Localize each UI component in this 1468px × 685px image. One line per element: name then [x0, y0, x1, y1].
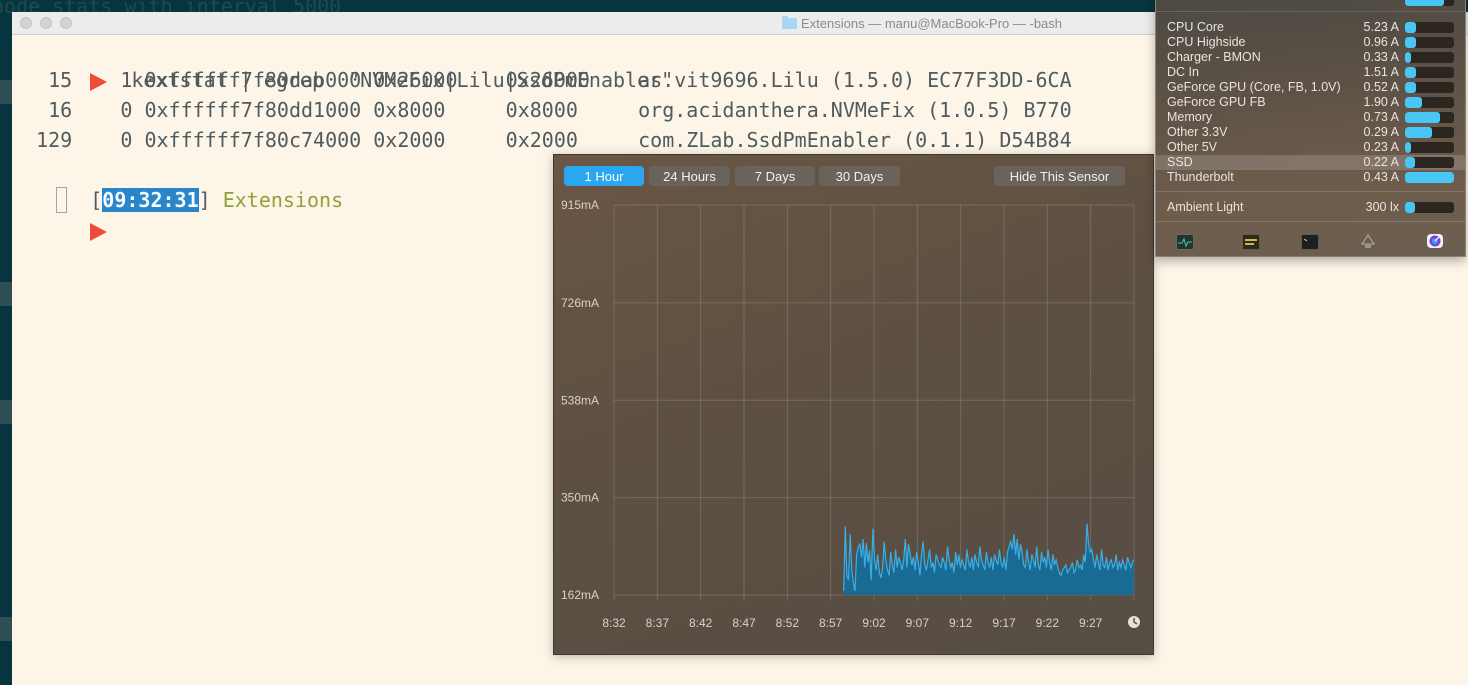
sensor-name: DC In: [1167, 65, 1199, 79]
x-tick-label: 8:37: [646, 616, 670, 630]
sensor-name: Thunderbolt: [1167, 170, 1234, 184]
sensor-row[interactable]: Other 3.3V 0.29 A: [1156, 125, 1465, 140]
sensor-row-ambient-light[interactable]: Ambient Light 300 lx: [1156, 200, 1465, 215]
sensor-name: CPU Highside: [1167, 35, 1246, 49]
sensor-value: 1.90 A: [1363, 95, 1399, 109]
sensor-level-bar: [1405, 67, 1454, 78]
sensor-row[interactable]: GeForce GPU FB 1.90 A: [1156, 95, 1465, 110]
sensor-row[interactable]: Thunderbolt 0.43 A: [1156, 170, 1465, 185]
console-icon[interactable]: [1242, 234, 1260, 250]
output-row: 15 1 0xffffff7f80dab000 0x26000 0x26000 …: [12, 68, 1072, 92]
sensor-level-bar: [1405, 127, 1454, 138]
close-button[interactable]: [20, 17, 32, 29]
prompt-time[interactable]: 09:32:31: [102, 188, 199, 212]
sensor-name: Other 3.3V: [1167, 125, 1228, 139]
clock-icon[interactable]: [1128, 616, 1140, 628]
command-line: kextstat | egrep "NVMeFix|Lilu|SsdPmEnab…: [12, 35, 673, 92]
sensor-name: SSD: [1167, 155, 1193, 169]
window-title-text: Extensions — manu@MacBook-Pro — -bash: [801, 16, 1063, 31]
x-tick-label: 9:02: [862, 616, 886, 630]
x-tick-label: 8:52: [776, 616, 800, 630]
sensor-row[interactable]: CPU Core 5.23 A: [1156, 20, 1465, 35]
sensor-name: Charger - BMON: [1167, 50, 1261, 64]
y-tick-label: 350mA: [561, 491, 599, 505]
sensor-level-bar: [1405, 37, 1454, 48]
sensor-row-partial: [1156, 0, 1465, 8]
sensor-row[interactable]: Other 5V 0.23 A: [1156, 140, 1465, 155]
sensor-value: 0.33 A: [1363, 50, 1399, 64]
zoom-button[interactable]: [60, 17, 72, 29]
window-title: Extensions — manu@MacBook-Pro — -bash: [782, 16, 1062, 31]
y-tick-label: 726mA: [561, 296, 599, 310]
x-tick-label: 9:17: [992, 616, 1016, 630]
sensor-value: 0.23 A: [1363, 140, 1399, 154]
x-tick-label: 9:22: [1036, 616, 1060, 630]
sensor-value: 0.52 A: [1363, 80, 1399, 94]
istat-menus-icon[interactable]: [1427, 234, 1443, 248]
sensor-name: CPU Core: [1167, 20, 1224, 34]
sensor-row[interactable]: Memory 0.73 A: [1156, 110, 1465, 125]
sensor-level-bar: [1405, 172, 1454, 183]
sensor-history-chart: 915mA 726mA 538mA 350mA 162mA 8:32 8:37 8:42 8:…: [561, 198, 1140, 630]
x-tick-label: 9:07: [906, 616, 930, 630]
sensor-name: Other 5V: [1167, 140, 1218, 154]
x-tick-label: 8:57: [819, 616, 843, 630]
background-strip: [0, 282, 12, 306]
y-tick-label: 162mA: [561, 588, 599, 602]
sensor-value: 0.29 A: [1363, 125, 1399, 139]
terminal-icon[interactable]: [1301, 234, 1319, 250]
sensor-value: 5.23 A: [1363, 20, 1399, 34]
sensors-menu: CPU Core 5.23 A CPU Highside 0.96 A Charger …: [1155, 0, 1466, 257]
sensor-level-bar: [1405, 97, 1454, 108]
sensor-row[interactable]: GeForce GPU (Core, FB, 1.0V) 0.52 A: [1156, 80, 1465, 95]
divider: [1156, 191, 1465, 192]
y-tick-label: 915mA: [561, 198, 599, 212]
output-row: 16 0 0xffffff7f80dd1000 0x8000 0x8000 or…: [12, 98, 1072, 122]
prompt-arrow-icon: [90, 222, 108, 241]
background-strip: [0, 80, 12, 104]
sensor-row[interactable]: Charger - BMON 0.33 A: [1156, 50, 1465, 65]
y-tick-label: 538mA: [561, 393, 599, 407]
background-strip: [0, 400, 12, 424]
sensor-name: GeForce GPU FB: [1167, 95, 1266, 109]
sensor-level-bar: [1405, 82, 1454, 93]
sensor-level-bar: [1405, 22, 1454, 33]
activity-monitor-icon[interactable]: [1176, 234, 1194, 250]
sensor-row[interactable]: SSD 0.22 A: [1156, 155, 1465, 170]
sensor-value: 0.96 A: [1363, 35, 1399, 49]
minimize-button[interactable]: [40, 17, 52, 29]
sensor-level-bar: [1405, 157, 1454, 168]
sensor-level-bar: [1405, 112, 1454, 123]
sensor-name: GeForce GPU (Core, FB, 1.0V): [1167, 80, 1341, 94]
x-tick-label: 8:47: [732, 616, 756, 630]
sensor-level-bar: [1405, 202, 1454, 213]
output-row: 129 0 0xffffff7f80c74000 0x2000 0x2000 c…: [12, 128, 1072, 152]
x-tick-label: 9:12: [949, 616, 973, 630]
sensor-name: Memory: [1167, 110, 1213, 124]
prompt-directory: Extensions: [222, 188, 344, 212]
background-strip: [0, 617, 12, 641]
sensor-value: 1.51 A: [1363, 65, 1399, 79]
x-tick-label: 8:42: [689, 616, 713, 630]
system-information-icon[interactable]: [1360, 234, 1376, 248]
divider: [1156, 221, 1465, 222]
sensor-value: 0.22 A: [1363, 155, 1399, 169]
text-cursor: [56, 187, 67, 213]
sensor-level-bar: [1405, 142, 1454, 153]
sensor-value: 0.43 A: [1363, 170, 1399, 184]
x-tick-label: 8:32: [602, 616, 626, 630]
sensor-row[interactable]: DC In 1.51 A: [1156, 65, 1465, 80]
sensor-history-popover: 1 Hour 24 Hours 7 Days 30 Days Hide This…: [553, 154, 1154, 655]
x-tick-label: 9:27: [1079, 616, 1103, 630]
sensor-value: 0.73 A: [1363, 110, 1399, 124]
sensor-row[interactable]: CPU Highside 0.96 A: [1156, 35, 1465, 50]
prompt-line: [09:32:31] Extensions: [90, 188, 344, 212]
divider: [1156, 11, 1465, 12]
folder-icon: [782, 16, 797, 29]
sensor-level-bar: [1405, 52, 1454, 63]
window-controls: [20, 17, 72, 29]
